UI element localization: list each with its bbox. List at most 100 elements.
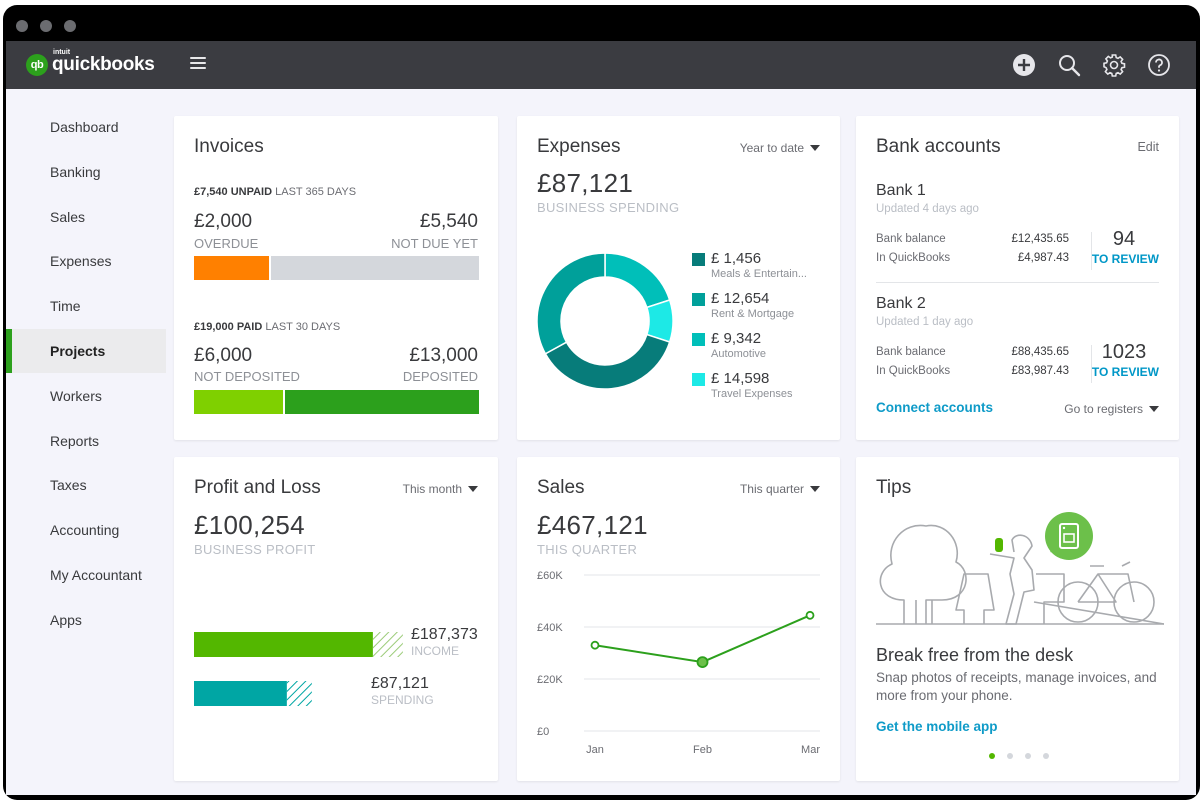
sidebar-item-label: Projects: [50, 343, 106, 359]
bank-balance-label: Bank balance: [876, 233, 946, 245]
expenses-period-label: Year to date: [739, 141, 804, 155]
deposited-amount: £13,000: [409, 345, 478, 366]
sales-period-label: This quarter: [739, 482, 804, 496]
sidebar-item-label: Banking: [50, 163, 101, 180]
connect-accounts-link[interactable]: Connect accounts: [876, 400, 993, 415]
sidebar-item-time[interactable]: Time: [6, 284, 166, 328]
gear-icon[interactable]: [1102, 53, 1126, 77]
quickbooks-logo[interactable]: qb intuit quickbooks: [26, 49, 155, 81]
legend-label: Meals & Entertain...: [711, 268, 807, 280]
legend-amount: £ 1,456: [711, 250, 762, 267]
overdue-amount: £2,000: [194, 211, 253, 232]
search-icon[interactable]: [1057, 53, 1081, 77]
sidebar-item-projects[interactable]: Projects: [6, 329, 166, 373]
not-due-amount: £5,540: [419, 211, 478, 232]
paid-summary[interactable]: £19,000 PAID LAST 30 DAYS: [194, 321, 340, 333]
legend-amount: £ 14,598: [711, 370, 770, 387]
profit-total: £100,254: [194, 510, 305, 540]
window-minimize-button[interactable]: [40, 20, 52, 32]
sidebar-item-label: Time: [50, 298, 81, 315]
sales-line-chart[interactable]: £0 £20K £40K £60K Jan Feb Mar: [517, 567, 840, 777]
donut-segment-top-right[interactable]: [604, 252, 671, 309]
review-count[interactable]: 94: [1089, 228, 1159, 251]
sidebar-item-label: Accounting: [50, 522, 120, 539]
sidebar-item-reports[interactable]: Reports: [6, 419, 166, 463]
unpaid-summary[interactable]: £7,540 UNPAID LAST 365 DAYS: [194, 186, 356, 198]
sidebar-item-apps[interactable]: Apps: [6, 598, 166, 642]
income-bar[interactable]: [194, 632, 373, 657]
logo-product: quickbooks: [52, 54, 155, 75]
tips-page-dot[interactable]: [1043, 753, 1049, 759]
window-close-button[interactable]: [16, 20, 28, 32]
caret-down-icon: [810, 145, 820, 151]
legend-label: Automotive: [711, 348, 767, 360]
invoices-title: Invoices: [194, 136, 264, 157]
sidebar-item-label: Expenses: [50, 253, 112, 270]
caret-down-icon: [468, 486, 478, 492]
overdue-label: OVERDUE: [194, 236, 259, 251]
not-due-label: NOT DUE YET: [391, 236, 478, 251]
sidebar-item-workers[interactable]: Workers: [6, 374, 166, 418]
qb-logo-icon: qb: [26, 54, 48, 76]
window-maximize-button[interactable]: [64, 20, 76, 32]
profit-loss-period-dropdown[interactable]: This month: [403, 482, 478, 496]
expenses-period-dropdown[interactable]: Year to date: [740, 141, 820, 155]
expenses-title: Expenses: [537, 136, 621, 157]
sidebar-item-taxes[interactable]: Taxes: [6, 463, 166, 507]
spending-bar[interactable]: [194, 681, 287, 706]
bank-updated: Updated 1 day ago: [876, 316, 974, 328]
bank-accounts-title: Bank accounts: [876, 136, 1001, 157]
spending-amount: £87,121: [371, 675, 429, 692]
sidebar-item-label: Sales: [50, 208, 86, 225]
quickbooks-balance-value: £4,987.43: [1017, 252, 1069, 264]
sidebar-item-expenses[interactable]: Expenses: [6, 239, 166, 283]
sales-total: £467,121: [537, 510, 648, 540]
sidebar-item-dashboard[interactable]: Dashboard: [6, 105, 166, 149]
y-tick-label: £0: [537, 726, 549, 738]
sidebar-item-label: Dashboard: [50, 119, 119, 135]
sidebar-item-label: Reports: [50, 432, 100, 449]
quickbooks-balance-label: In QuickBooks: [876, 252, 951, 264]
sales-data-point[interactable]: [696, 656, 709, 668]
go-to-registers-dropdown[interactable]: Go to registers: [1064, 402, 1159, 416]
caret-down-icon: [810, 486, 820, 492]
sidebar-nav: Dashboard Banking Sales Expenses Time Project…: [6, 89, 166, 795]
plus-circle-icon[interactable]: [1012, 53, 1036, 77]
sidebar-item-my-accountant[interactable]: My Accountant: [6, 553, 166, 597]
to-review-link[interactable]: TO REVIEW: [1092, 252, 1159, 266]
tips-page-dot[interactable]: [1007, 753, 1013, 759]
sidebar-item-banking[interactable]: Banking: [6, 150, 166, 194]
donut-segment-left[interactable]: [536, 252, 606, 355]
paid-bar[interactable]: [194, 390, 479, 414]
legend-label: Rent & Mortgage: [711, 308, 795, 320]
y-tick-label: £20K: [537, 674, 563, 686]
get-mobile-app-link[interactable]: Get the mobile app: [876, 719, 998, 734]
go-to-registers-label: Go to registers: [1064, 402, 1143, 416]
not-deposited-amount: £6,000: [194, 345, 253, 366]
expenses-subtitle: BUSINESS SPENDING: [537, 200, 680, 215]
sales-data-point[interactable]: [805, 610, 815, 620]
help-icon[interactable]: [1147, 53, 1171, 77]
profit-loss-title: Profit and Loss: [194, 477, 321, 498]
x-tick-label: Mar: [801, 744, 820, 756]
to-review-link[interactable]: TO REVIEW: [1092, 365, 1159, 379]
tips-page-dot[interactable]: [1025, 753, 1031, 759]
expenses-donut-chart[interactable]: [530, 246, 680, 396]
sidebar-item-sales[interactable]: Sales: [6, 195, 166, 239]
review-count[interactable]: 1023: [1089, 341, 1159, 364]
bank-edit-link[interactable]: Edit: [1137, 140, 1159, 154]
not-deposited-bar-segment[interactable]: [194, 390, 284, 414]
sales-period-dropdown[interactable]: This quarter: [740, 482, 820, 496]
deposited-bar-segment[interactable]: [285, 390, 479, 414]
logo-brand: intuit: [53, 49, 71, 56]
sales-data-point[interactable]: [590, 640, 600, 650]
tips-page-dot[interactable]: [989, 753, 995, 759]
quickbooks-balance-label: In QuickBooks: [876, 365, 951, 377]
hamburger-menu-icon[interactable]: [190, 57, 206, 71]
profit-subtitle: BUSINESS PROFIT: [194, 542, 316, 557]
overdue-bar-segment[interactable]: [194, 256, 270, 280]
unpaid-bar[interactable]: [194, 256, 479, 280]
sidebar-item-accounting[interactable]: Accounting: [6, 508, 166, 552]
legend-amount: £ 9,342: [711, 330, 762, 347]
not-due-bar-segment[interactable]: [271, 256, 479, 280]
